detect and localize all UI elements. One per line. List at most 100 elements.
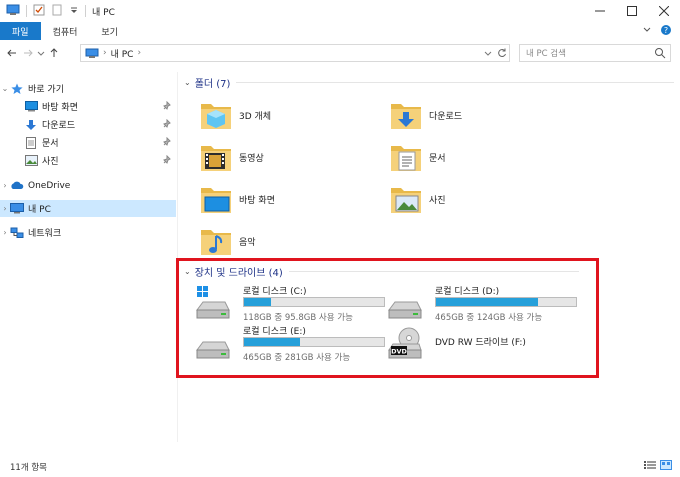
- folder-item-3d-objects[interactable]: 3D 개체: [199, 96, 389, 134]
- help-icon[interactable]: ?: [660, 24, 672, 39]
- folder-label: 사진: [429, 195, 446, 206]
- pin-icon[interactable]: [162, 137, 172, 147]
- tab-computer[interactable]: 컴퓨터: [41, 22, 90, 40]
- recent-locations-button[interactable]: [36, 43, 46, 63]
- refresh-icon: [498, 48, 506, 58]
- sidebar-item-label: 사진: [42, 157, 59, 167]
- item-count: 11개 항목: [10, 462, 47, 473]
- large-icons-view-button[interactable]: [660, 460, 672, 473]
- documents-folder-icon: [389, 140, 423, 174]
- picture-icon: [24, 155, 38, 167]
- pin-icon[interactable]: [162, 101, 172, 111]
- minimize-icon: [595, 10, 605, 12]
- pin-icon[interactable]: [162, 155, 172, 165]
- desktop-folder-icon: [199, 182, 233, 216]
- pin-icon[interactable]: [162, 119, 172, 129]
- desktop-icon: [24, 101, 38, 113]
- folder-item-desktop[interactable]: 바탕 화면: [199, 180, 389, 218]
- window-title: 내 PC: [92, 7, 115, 18]
- folder-item-downloads[interactable]: 다운로드: [389, 96, 579, 134]
- sidebar-item-documents[interactable]: 문서: [0, 134, 176, 151]
- folder-item-documents[interactable]: 문서: [389, 138, 579, 176]
- document-icon: [24, 136, 38, 149]
- new-folder-icon[interactable]: [51, 4, 63, 19]
- customize-dropdown-icon[interactable]: [69, 4, 79, 19]
- folder-item-music[interactable]: 음악: [199, 222, 389, 260]
- download-arrow-icon: [24, 119, 38, 131]
- address-dropdown-button[interactable]: [481, 45, 495, 61]
- network-icon: [10, 227, 24, 239]
- folder-label: 동영상: [239, 153, 264, 164]
- sidebar-item-network[interactable]: › 네트워크: [0, 224, 176, 241]
- chevron-right-icon[interactable]: ›: [0, 204, 10, 213]
- chevron-down-icon: [484, 51, 492, 56]
- details-view-icon: [644, 461, 656, 469]
- sidebar-item-onedrive[interactable]: › OneDrive: [0, 177, 176, 194]
- computer-icon: [6, 4, 20, 19]
- group-header-folders[interactable]: ⌄ 폴더 (7): [184, 75, 674, 90]
- maximize-button[interactable]: [616, 0, 648, 22]
- videos-folder-icon: [199, 140, 233, 174]
- tab-file[interactable]: 파일: [0, 22, 41, 40]
- search-placeholder: 내 PC 검색: [526, 49, 566, 59]
- cloud-icon: [10, 180, 24, 192]
- expand-ribbon-icon[interactable]: [642, 25, 652, 38]
- back-button[interactable]: [4, 43, 20, 63]
- sidebar-item-pictures[interactable]: 사진: [0, 152, 176, 169]
- sidebar-item-quick-access[interactable]: ⌄ 바로 가기: [0, 80, 176, 97]
- chevron-down-icon[interactable]: ⌄: [184, 78, 191, 87]
- sidebar-item-label: 내 PC: [28, 205, 51, 215]
- computer-icon: [85, 48, 99, 58]
- computer-icon: [10, 203, 24, 215]
- details-view-button[interactable]: [644, 460, 656, 473]
- large-icons-view-icon: [660, 460, 672, 470]
- chevron-right-icon[interactable]: ›: [0, 228, 10, 237]
- breadcrumb-this-pc[interactable]: 내 PC: [111, 47, 134, 60]
- sidebar-item-downloads[interactable]: 다운로드: [0, 116, 176, 133]
- pictures-folder-icon: [389, 182, 423, 216]
- sidebar-item-label: 네트워크: [28, 229, 62, 239]
- content-pane: ⌄ 폴더 (7) 3D 개체 다운로드 동영상 문서 바탕 화면 사진 음악 ⌄…: [179, 64, 680, 444]
- svg-text:?: ?: [664, 26, 668, 35]
- title-bar: 내 PC: [0, 0, 680, 22]
- ribbon-tabs: 파일 컴퓨터 보기 ?: [0, 22, 680, 40]
- folder-item-videos[interactable]: 동영상: [199, 138, 389, 176]
- close-button[interactable]: [648, 0, 680, 22]
- back-arrow-icon: [7, 49, 16, 57]
- up-button[interactable]: [46, 43, 62, 63]
- group-header-label: 폴더 (7): [194, 79, 231, 90]
- folder-label: 다운로드: [429, 111, 463, 122]
- chevron-down-icon: [37, 51, 45, 56]
- sidebar-item-label: 바로 가기: [28, 85, 64, 95]
- star-icon: [10, 83, 24, 95]
- downloads-folder-icon: [389, 98, 423, 132]
- forward-arrow-icon: [24, 49, 33, 57]
- sidebar-item-label: OneDrive: [28, 180, 71, 191]
- chevron-right-icon[interactable]: ›: [0, 181, 10, 190]
- maximize-icon: [627, 6, 637, 16]
- address-row: › 내 PC › 내 PC 검색: [0, 42, 680, 64]
- sidebar-item-this-pc[interactable]: › 내 PC: [0, 200, 176, 217]
- quick-access-toolbar: [0, 0, 86, 22]
- music-folder-icon: [199, 224, 233, 258]
- status-bar: 11개 항목: [0, 456, 680, 477]
- search-input[interactable]: 내 PC 검색: [519, 44, 671, 62]
- breadcrumb-separator: ›: [103, 48, 107, 58]
- tab-view[interactable]: 보기: [89, 22, 130, 40]
- search-icon: [655, 48, 666, 59]
- properties-icon[interactable]: [33, 4, 45, 19]
- breadcrumb-separator[interactable]: ›: [137, 48, 141, 58]
- folder-label: 바탕 화면: [239, 195, 275, 206]
- address-bar[interactable]: › 내 PC ›: [80, 44, 510, 62]
- refresh-button[interactable]: [495, 45, 509, 61]
- close-icon: [659, 6, 669, 16]
- folder-label: 문서: [429, 153, 446, 164]
- chevron-expanded-icon[interactable]: ⌄: [0, 84, 10, 93]
- highlight-box: [176, 258, 599, 378]
- forward-button[interactable]: [20, 43, 36, 63]
- folder-label: 음악: [239, 237, 256, 248]
- up-arrow-icon: [50, 48, 58, 57]
- minimize-button[interactable]: [584, 0, 616, 22]
- sidebar-item-desktop[interactable]: 바탕 화면: [0, 98, 176, 115]
- folder-item-pictures[interactable]: 사진: [389, 180, 579, 218]
